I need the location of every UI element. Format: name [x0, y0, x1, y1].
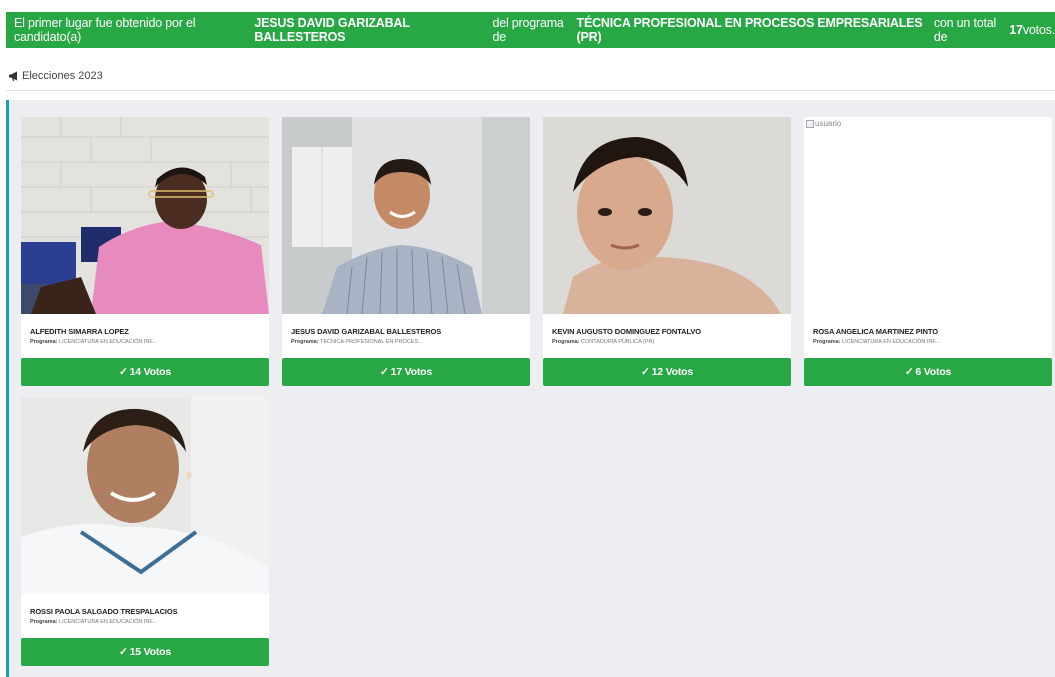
check-icon: ✓ [641, 366, 650, 378]
candidate-photo [21, 117, 269, 314]
candidate-name: ALFEDITH SIMARRA LOPEZ [30, 327, 129, 336]
candidate-program: Programa: CONTADURÍA PÚBLICA (PR) [552, 339, 655, 345]
check-icon: ✓ [119, 366, 128, 378]
candidate-photo [282, 117, 530, 314]
winner-banner: El primer lugar fue obtenido por el cand… [6, 12, 1055, 48]
megaphone-icon [9, 71, 17, 81]
candidate-photo [21, 397, 269, 594]
vote-count-label: 15 Votos [129, 646, 172, 658]
banner-suffix-before: con un total de [933, 16, 997, 44]
banner-program: TÉCNICA PROFESIONAL EN PROCESOS EMPRESAR… [576, 16, 923, 44]
vote-count-label: 17 Votos [390, 366, 433, 378]
vote-count-label: 12 Votos [651, 366, 694, 378]
check-icon: ✓ [119, 646, 128, 658]
banner-winner-name: JESUS DAVID GARIZABAL BALLESTEROS [254, 16, 410, 44]
candidate-program: Programa: TÉCNICA PROFESIONAL EN PROCES.… [291, 339, 423, 345]
candidate-card: usuario ROSA ANGELICA MARTINEZ PINTO Pro… [804, 117, 1052, 386]
candidate-card: JESUS DAVID GARIZABAL BALLESTEROS Progra… [282, 117, 530, 386]
candidate-photo [543, 117, 791, 314]
banner-middle: del programa de [492, 16, 564, 44]
candidate-name: KEVIN AUGUSTO DOMINGUEZ FONTALVO [552, 327, 702, 336]
candidate-program: Programa: LICENCIATURA EN EDUCACIÓN INF.… [30, 339, 157, 345]
vote-count-button[interactable]: ✓ 6 Votos [804, 358, 1052, 386]
banner-suffix-after: votos. [1022, 23, 1055, 37]
vote-count-label: 6 Votos [915, 366, 952, 378]
vote-count-button[interactable]: ✓ 14 Votos [21, 358, 269, 386]
vote-count-button[interactable]: ✓ 15 Votos [21, 638, 269, 666]
breadcrumb: Elecciones 2023 [8, 66, 103, 86]
candidates-panel: ALFEDITH SIMARRA LOPEZ Programa: LICENCI… [6, 100, 1055, 677]
banner-votes: 17 [1009, 23, 1023, 37]
vote-count-button[interactable]: ✓ 12 Votos [543, 358, 791, 386]
candidate-program: Programa: LICENCIATURA EN EDUCACIÓN INF.… [813, 339, 940, 345]
vote-count-button[interactable]: ✓ 17 Votos [282, 358, 530, 386]
candidate-name: JESUS DAVID GARIZABAL BALLESTEROS [291, 327, 442, 336]
vote-count-label: 14 Votos [129, 366, 172, 378]
check-icon: ✓ [904, 366, 914, 378]
candidate-card: KEVIN AUGUSTO DOMINGUEZ FONTALVO Program… [543, 117, 791, 386]
broken-image-alt: usuario [806, 119, 841, 128]
check-icon: ✓ [380, 366, 389, 378]
divider [6, 90, 1055, 91]
candidate-name: ROSSI PAOLA SALGADO TRESPALACIOS [30, 607, 178, 616]
image-icon [806, 119, 814, 128]
candidate-card: ROSSI PAOLA SALGADO TRESPALACIOS Program… [21, 397, 269, 666]
banner-prefix: El primer lugar fue obtenido por el cand… [14, 16, 196, 44]
candidate-name: ROSA ANGELICA MARTINEZ PINTO [813, 327, 938, 336]
broken-image: usuario [804, 117, 1052, 314]
candidate-program: Programa: LICENCIATURA EN EDUCACIÓN INF.… [30, 619, 157, 625]
breadcrumb-label[interactable]: Elecciones 2023 [22, 70, 103, 82]
candidate-card: ALFEDITH SIMARRA LOPEZ Programa: LICENCI… [21, 117, 269, 386]
